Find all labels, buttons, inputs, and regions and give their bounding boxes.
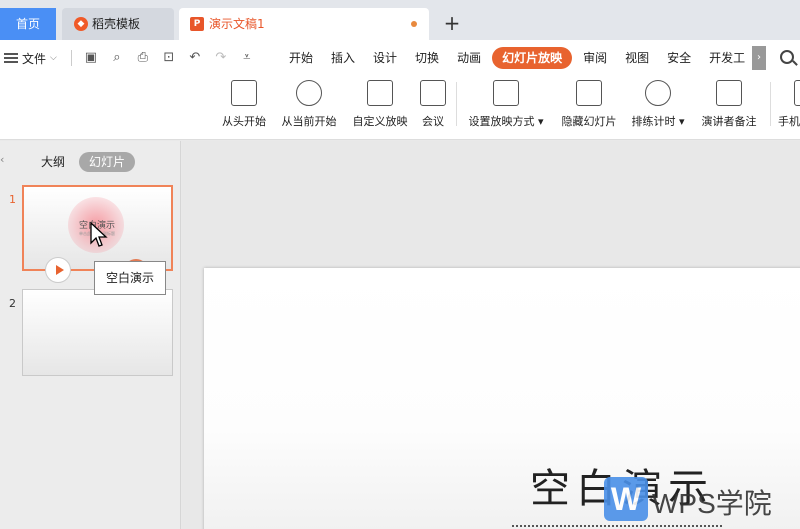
tab-design[interactable]: 设计 <box>364 47 406 69</box>
hide-slide-icon <box>576 80 602 106</box>
tab-developer[interactable]: 开发工 <box>700 47 754 69</box>
tab-start[interactable]: 开始 <box>280 47 322 69</box>
more-tabs-button[interactable]: › <box>752 46 766 70</box>
slide-thumbnail-2[interactable] <box>22 289 173 376</box>
rehearse-timing-button[interactable]: 排练计时 ▾ <box>629 80 687 132</box>
daoke-logo-icon: ◆ <box>74 17 88 31</box>
tooltip: 空白演示 <box>94 261 166 295</box>
slideshow-settings-label: 设置放映方式 ▾ <box>468 115 544 128</box>
speaker-notes-label: 演讲者备注 <box>701 115 757 128</box>
ribbon-toolbar: 从头开始 从当前开始 自定义放映 会议 设置放映方式 ▾ 隐藏幻灯片 排练计时 … <box>0 76 800 140</box>
file-menu[interactable]: 文件 <box>22 50 46 67</box>
collapse-panel-icon[interactable]: ‹ <box>0 153 4 166</box>
play-from-current-icon <box>296 80 322 106</box>
slide-panel: ‹ 大纲 幻灯片 1 空白演示 单击此处输入副标题 2 <box>0 141 181 529</box>
tab-security[interactable]: 安全 <box>658 47 700 69</box>
divider <box>770 82 771 126</box>
wps-watermark-text: WPS学院 <box>652 488 772 519</box>
chevron-down-icon[interactable]: ⌵ <box>50 53 57 63</box>
tab-slideshow[interactable]: 幻灯片放映 <box>492 47 573 69</box>
tab-template-label: 稻壳模板 <box>92 17 141 31</box>
rehearse-timing-icon <box>645 80 671 106</box>
unsaved-dot-icon <box>411 21 417 27</box>
divider <box>70 50 72 66</box>
tab-review[interactable]: 审阅 <box>574 47 616 69</box>
custom-show-icon <box>367 80 393 106</box>
tab-home[interactable]: 首页 <box>0 8 56 40</box>
tab-slides[interactable]: 幻灯片 <box>79 152 136 172</box>
play-slide-icon[interactable] <box>45 257 71 283</box>
undo-icon[interactable]: ↶ <box>187 50 203 66</box>
meeting-label: 会议 <box>422 115 444 128</box>
print-icon[interactable]: ⎙ <box>135 50 151 66</box>
save-icon[interactable]: ▣ <box>83 50 99 66</box>
presentation-file-icon: P <box>190 17 204 31</box>
phone-label: 手机 <box>778 115 800 128</box>
hide-slide-button[interactable]: 隐藏幻灯片 <box>557 80 621 132</box>
subtitle-placeholder[interactable] <box>512 525 722 529</box>
play-from-start-label: 从头开始 <box>222 115 266 128</box>
print-preview-icon[interactable]: ⊡ <box>161 50 177 66</box>
tab-animation[interactable]: 动画 <box>448 47 490 69</box>
rehearse-timing-label: 排练计时 ▾ <box>631 115 685 128</box>
divider <box>456 82 457 126</box>
tab-document-label: 演示文稿1 <box>209 17 265 31</box>
play-from-start-button[interactable]: 从头开始 <box>218 80 270 132</box>
format-painter-icon[interactable]: ⌕ <box>109 50 125 66</box>
tab-transition[interactable]: 切换 <box>406 47 448 69</box>
slide-number: 1 <box>9 193 16 206</box>
phone-button[interactable]: 手机 <box>778 80 800 132</box>
tab-view[interactable]: 视图 <box>616 47 658 69</box>
speaker-notes-button[interactable]: 演讲者备注 <box>697 80 761 132</box>
tab-document[interactable]: P 演示文稿1 <box>179 8 429 40</box>
speaker-notes-icon <box>716 80 742 106</box>
ribbon-tabs: 开始 插入 设计 切换 动画 幻灯片放映 审阅 视图 安全 开发工 <box>280 47 754 69</box>
hide-slide-label: 隐藏幻灯片 <box>561 115 617 128</box>
meeting-icon <box>420 80 446 106</box>
phone-icon <box>794 80 800 106</box>
customize-toolbar-icon[interactable]: ⩡ <box>239 50 255 66</box>
search-icon[interactable] <box>780 50 794 64</box>
slideshow-settings-icon <box>493 80 519 106</box>
new-tab-button[interactable]: + <box>440 10 464 36</box>
custom-show-button[interactable]: 自定义放映 <box>349 80 411 132</box>
menu-bar: 文件 ⌵ ▣ ⌕ ⎙ ⊡ ↶ ↷ ⩡ 开始 插入 设计 切换 动画 幻灯片放映 … <box>0 40 800 76</box>
tab-daoke-template[interactable]: ◆ 稻壳模板 <box>62 8 174 40</box>
title-tab-bar: 首页 ◆ 稻壳模板 P 演示文稿1 + <box>0 0 800 40</box>
play-from-current-label: 从当前开始 <box>281 115 337 128</box>
tab-outline[interactable]: 大纲 <box>31 152 75 172</box>
quick-access: 文件 ⌵ ▣ ⌕ ⎙ ⊡ ↶ ↷ ⩡ <box>4 48 260 68</box>
play-from-start-icon <box>231 80 257 106</box>
play-from-current-button[interactable]: 从当前开始 <box>278 80 340 132</box>
wps-logo-icon: W <box>604 477 648 521</box>
meeting-button[interactable]: 会议 <box>419 80 447 132</box>
slideshow-settings-button[interactable]: 设置放映方式 ▾ <box>465 80 547 132</box>
slide-number: 2 <box>9 297 16 310</box>
tab-insert[interactable]: 插入 <box>322 47 364 69</box>
menu-icon[interactable] <box>4 53 18 63</box>
mouse-cursor-icon <box>90 222 108 247</box>
custom-show-label: 自定义放映 <box>352 115 408 128</box>
redo-icon[interactable]: ↷ <box>213 50 229 66</box>
